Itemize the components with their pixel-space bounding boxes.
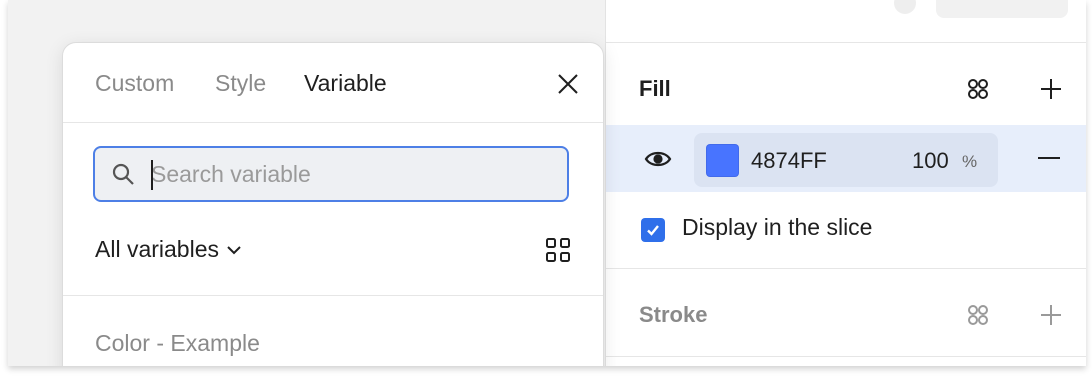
divider — [606, 356, 1086, 357]
display-in-slice-checkbox[interactable] — [641, 218, 665, 242]
stroke-title: Stroke — [639, 302, 708, 327]
divider — [63, 295, 603, 296]
close-button[interactable] — [553, 69, 583, 99]
color-hex[interactable]: 4874FF — [751, 148, 827, 174]
tab-custom[interactable]: Custom — [95, 70, 174, 97]
plus-icon — [1041, 79, 1061, 99]
variable-picker-popover: Custom Style Variable All variables Colo… — [62, 42, 604, 366]
variable-filter-dropdown[interactable]: All variables — [95, 236, 243, 263]
fill-add-button[interactable] — [1037, 75, 1065, 103]
fill-remove-button[interactable] — [1035, 144, 1063, 172]
divider — [63, 122, 603, 123]
grid-view-icon — [546, 238, 570, 262]
grid-view-button[interactable] — [545, 237, 571, 268]
fill-title: Fill — [639, 76, 671, 101]
tab-variable[interactable]: Variable — [304, 70, 387, 97]
close-icon — [558, 74, 578, 94]
variable-filter-label: All variables — [95, 236, 219, 262]
stroke-add-button[interactable] — [1037, 301, 1065, 329]
divider — [606, 268, 1086, 269]
inspector-panel: Fill 4874FF 100 % Display in the slice S… — [605, 0, 1086, 366]
toolbar-button[interactable] — [936, 0, 1068, 18]
app-frame: Fill 4874FF 100 % Display in the slice S… — [8, 0, 1086, 366]
visibility-toggle[interactable] — [644, 145, 672, 173]
color-chip[interactable]: 4874FF 100 % — [694, 133, 998, 187]
toolbar-avatar[interactable] — [894, 0, 916, 14]
opacity-unit: % — [962, 152, 978, 171]
divider — [606, 42, 1086, 43]
display-in-slice-label: Display in the slice — [682, 214, 873, 240]
fill-styles-button[interactable] — [964, 75, 992, 103]
plus-icon — [1041, 305, 1061, 325]
search-icon — [111, 162, 135, 191]
variable-group-label: Color - Example — [95, 330, 260, 356]
search-input[interactable] — [151, 158, 551, 190]
search-box[interactable] — [93, 146, 569, 202]
stroke-styles-button[interactable] — [964, 301, 992, 329]
checkmark-icon — [647, 225, 659, 236]
chevron-down-icon — [227, 245, 241, 254]
fill-row[interactable]: 4874FF 100 % — [606, 125, 1086, 192]
minus-icon — [1038, 157, 1060, 159]
styles-icon — [968, 305, 988, 325]
styles-icon — [968, 79, 988, 99]
text-caret — [151, 160, 153, 190]
eye-icon — [644, 151, 672, 167]
color-opacity[interactable]: 100 — [912, 148, 949, 174]
color-swatch[interactable] — [706, 144, 739, 177]
tab-style[interactable]: Style — [215, 70, 266, 97]
